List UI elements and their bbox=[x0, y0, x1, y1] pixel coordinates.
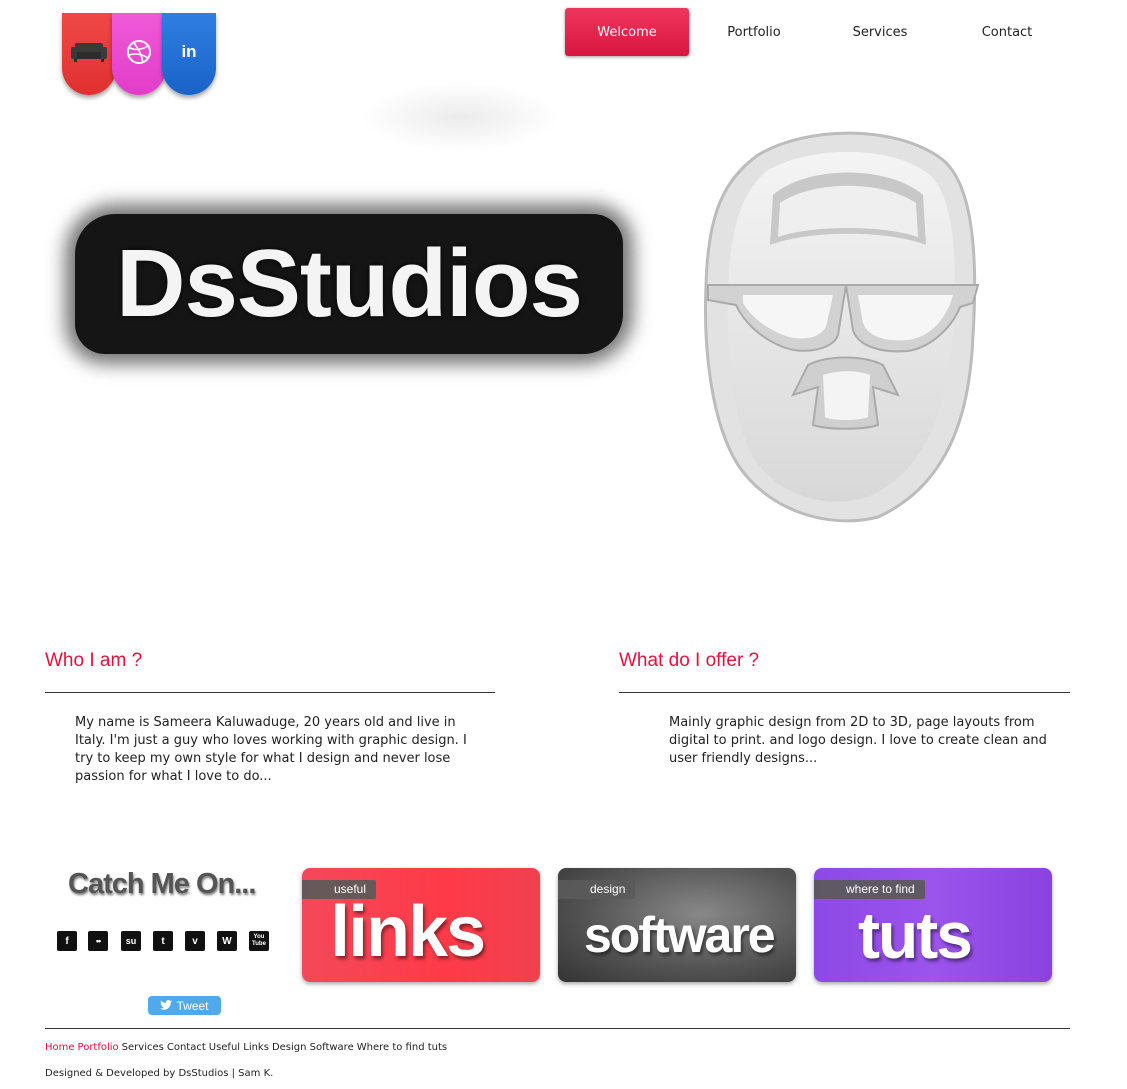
footer-divider bbox=[45, 1028, 1070, 1029]
card-title-software: software bbox=[584, 907, 776, 963]
design-software-card[interactable]: design software bbox=[558, 868, 796, 982]
footer-credit: Designed & Developed by DsStudios | Sam … bbox=[45, 1068, 274, 1079]
linkedin-tab[interactable]: in bbox=[162, 13, 216, 95]
flickr-icon[interactable]: •• bbox=[88, 931, 108, 951]
wordpress-icon[interactable]: W bbox=[217, 931, 237, 951]
card-tag-where-to-find: where to find bbox=[814, 880, 925, 899]
nav-welcome[interactable]: Welcome bbox=[565, 8, 689, 56]
dribbble-icon bbox=[126, 39, 152, 69]
vimeo-icon[interactable]: v bbox=[185, 931, 205, 951]
sofa-icon bbox=[69, 39, 109, 67]
twitter-icon[interactable]: t bbox=[153, 931, 173, 951]
card-title-tuts: tuts bbox=[858, 898, 973, 972]
nav-services[interactable]: Services bbox=[826, 8, 934, 56]
what-i-offer-divider bbox=[619, 692, 1070, 693]
useful-links-card[interactable]: useful links bbox=[302, 868, 540, 982]
what-i-offer-text: Mainly graphic design from 2D to 3D, pag… bbox=[669, 715, 1047, 766]
footer-link-contact[interactable]: Contact bbox=[167, 1042, 206, 1053]
twitter-bird-icon bbox=[160, 999, 173, 1013]
who-i-am-divider bbox=[45, 692, 495, 693]
footer-link-where-to-find-tuts[interactable]: Where to find tuts bbox=[357, 1042, 447, 1053]
who-i-am-title: Who I am ? bbox=[45, 650, 143, 671]
sofa-tab[interactable] bbox=[62, 13, 116, 95]
nav-contact[interactable]: Contact bbox=[953, 8, 1061, 56]
hero-logo-text: DsStudios bbox=[116, 230, 583, 337]
tweet-label: Tweet bbox=[176, 998, 209, 1013]
dribbble-tab[interactable] bbox=[112, 13, 166, 95]
who-i-am-text: My name is Sameera Kaluwaduge, 20 years … bbox=[75, 715, 467, 784]
catch-me-on-title: Catch Me On... bbox=[68, 868, 256, 900]
footer-link-useful-links[interactable]: Useful Links bbox=[209, 1042, 269, 1053]
what-i-offer-title: What do I offer ? bbox=[619, 650, 760, 671]
card-tag-design: design bbox=[558, 880, 636, 899]
footer-link-portfolio[interactable]: Portfolio bbox=[78, 1042, 119, 1053]
facebook-icon[interactable]: f bbox=[57, 931, 77, 951]
hero-logo: DsStudios bbox=[75, 214, 623, 354]
stumbleupon-icon[interactable]: su bbox=[121, 931, 141, 951]
nav-portfolio[interactable]: Portfolio bbox=[700, 8, 808, 56]
linkedin-icon: in bbox=[181, 42, 197, 61]
footer-links: Home Portfolio Services Contact Useful Links… bbox=[45, 1042, 450, 1053]
tweet-button[interactable]: Tweet bbox=[148, 996, 221, 1015]
footer-link-home[interactable]: Home bbox=[45, 1042, 75, 1053]
avatar-face-illustration bbox=[704, 131, 980, 523]
footer-link-services[interactable]: Services bbox=[122, 1042, 164, 1053]
logo-shadow bbox=[360, 82, 560, 152]
youtube-icon[interactable]: You Tube bbox=[249, 931, 269, 951]
card-title-links: links bbox=[330, 892, 486, 972]
where-to-find-tuts-card[interactable]: where to find tuts bbox=[814, 868, 1052, 982]
footer-link-design-software[interactable]: Design Software bbox=[272, 1042, 354, 1053]
